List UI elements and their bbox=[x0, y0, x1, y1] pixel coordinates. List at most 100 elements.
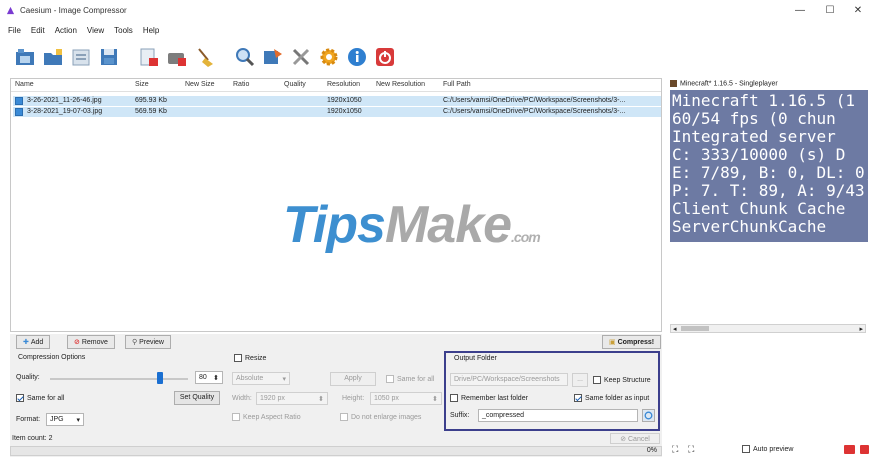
quality-slider[interactable] bbox=[50, 372, 188, 384]
remove-items-icon[interactable] bbox=[138, 46, 160, 68]
apply-button[interactable]: Apply bbox=[330, 372, 376, 386]
quality-label: Quality: bbox=[16, 374, 40, 381]
debug-line: C: 333/10000 (s) D bbox=[672, 145, 846, 164]
suffix-value: _compressed bbox=[482, 412, 525, 419]
remember-last-folder-checkbox[interactable]: Remember last folder bbox=[450, 394, 528, 402]
menu-file[interactable]: File bbox=[8, 26, 21, 40]
table-row[interactable]: 3-28-2021_19-07-03.jpg 569.59 Kb 1920x10… bbox=[13, 107, 661, 117]
menu-action[interactable]: Action bbox=[55, 26, 77, 40]
spin-arrows-icon[interactable]: ⬍ bbox=[213, 374, 219, 382]
remove-all-icon[interactable] bbox=[166, 46, 188, 68]
add-folder-icon[interactable] bbox=[42, 46, 64, 68]
height-value: 1050 px bbox=[374, 395, 399, 402]
fit-to-window-icon[interactable]: ⛶ bbox=[672, 444, 678, 455]
checkbox-unchecked-icon bbox=[742, 445, 750, 453]
column-name[interactable]: Name bbox=[15, 81, 34, 88]
output-folder-title: Output Folder bbox=[454, 355, 497, 362]
no-enlarge-checkbox[interactable]: Do not enlarge images bbox=[340, 413, 421, 421]
debug-line: ServerChunkCache bbox=[672, 217, 827, 236]
preview-button[interactable]: ⚲ Preview bbox=[125, 335, 171, 349]
menu-view[interactable]: View bbox=[87, 26, 104, 40]
suffix-apply-button[interactable] bbox=[642, 409, 655, 422]
image-file-icon bbox=[15, 97, 23, 105]
window-title: Caesium - Image Compressor bbox=[20, 6, 127, 15]
auto-preview-label: Auto preview bbox=[753, 445, 794, 453]
spin-arrows-icon[interactable]: ⬍ bbox=[318, 395, 324, 403]
power-exit-icon[interactable] bbox=[374, 46, 396, 68]
width-spinbox[interactable]: 1920 px ⬍ bbox=[256, 392, 328, 405]
chevron-down-icon: ▾ bbox=[282, 376, 286, 383]
same-for-all-checkbox[interactable]: Same for all bbox=[16, 394, 64, 402]
chevron-down-icon: ▾ bbox=[76, 417, 80, 424]
actual-size-icon[interactable]: ⛶ bbox=[688, 444, 694, 455]
resize-same-for-all-checkbox[interactable]: Same for all bbox=[386, 375, 434, 383]
output-folder-input[interactable]: Drive/PC/Workspace/Screenshots bbox=[450, 373, 568, 386]
format-select[interactable]: JPG ▾ bbox=[46, 413, 84, 426]
spin-arrows-icon[interactable]: ⬍ bbox=[432, 395, 438, 403]
keep-aspect-checkbox[interactable]: Keep Aspect Ratio bbox=[232, 413, 301, 421]
suffix-input[interactable]: _compressed bbox=[478, 409, 638, 422]
add-button[interactable]: ✚ Add bbox=[16, 335, 51, 349]
settings-tools-icon[interactable] bbox=[290, 46, 312, 68]
zoom-in-icon[interactable] bbox=[860, 445, 869, 454]
same-folder-label: Same folder as input bbox=[585, 394, 650, 402]
debug-line: Integrated server bbox=[672, 127, 836, 146]
column-resolution[interactable]: Resolution bbox=[327, 81, 360, 88]
cancel-button[interactable]: ⊘ Cancel bbox=[610, 433, 660, 444]
table-row[interactable]: 3-26-2021_11-26-46.jpg 695.93 Kb 1920x10… bbox=[13, 96, 661, 106]
zoom-out-icon[interactable] bbox=[844, 445, 855, 454]
minecraft-debug-screenshot: Minecraft 1.16.5 (1 60/54 fps (0 chun In… bbox=[670, 90, 868, 242]
search-icon[interactable] bbox=[234, 46, 256, 68]
same-for-all-label: Same for all bbox=[27, 394, 65, 402]
column-size[interactable]: Size bbox=[135, 81, 149, 88]
cancel-label: Cancel bbox=[628, 436, 650, 443]
resize-checkbox[interactable]: Resize bbox=[234, 354, 266, 362]
scroll-right-icon[interactable]: ▸ bbox=[859, 325, 863, 333]
resize-mode-select[interactable]: Absolute ▾ bbox=[232, 372, 290, 385]
debug-line: P: 7. T: 89, A: 9/43 bbox=[672, 181, 865, 200]
output-folder-group: Output Folder Drive/PC/Workspace/Screens… bbox=[444, 351, 660, 431]
save-list-icon[interactable] bbox=[98, 46, 120, 68]
resize-same-for-all-label: Same for all bbox=[397, 375, 435, 383]
height-spinbox[interactable]: 1050 px ⬍ bbox=[370, 392, 442, 405]
column-new-size[interactable]: New Size bbox=[185, 81, 215, 88]
preferences-gear-icon[interactable] bbox=[318, 46, 340, 68]
info-icon[interactable] bbox=[346, 46, 368, 68]
remove-button[interactable]: ⊘ Remove bbox=[67, 335, 115, 349]
compress-options-icon[interactable] bbox=[262, 46, 284, 68]
set-quality-button[interactable]: Set Quality bbox=[174, 391, 220, 405]
column-ratio[interactable]: Ratio bbox=[233, 81, 249, 88]
menu-tools[interactable]: Tools bbox=[114, 26, 133, 40]
compress-button[interactable]: ▣ Compress! bbox=[602, 335, 662, 349]
checkbox-checked-icon bbox=[16, 394, 24, 402]
preview-image[interactable]: Minecraft 1.16.5 (1 60/54 fps (0 chun In… bbox=[670, 90, 868, 323]
same-folder-as-input-checkbox[interactable]: Same folder as input bbox=[574, 394, 649, 402]
debug-line: E: 7/89, B: 0, DL: 0, bbox=[672, 163, 868, 182]
add-picture-icon[interactable] bbox=[14, 46, 36, 68]
browse-button[interactable]: ... bbox=[572, 373, 588, 387]
quality-spinbox[interactable]: 80 ⬍ bbox=[195, 371, 223, 384]
checkbox-unchecked-icon bbox=[340, 413, 348, 421]
scroll-left-icon[interactable]: ◂ bbox=[673, 325, 677, 333]
image-file-icon bbox=[15, 108, 23, 116]
column-full-path[interactable]: Full Path bbox=[443, 81, 471, 88]
column-new-resolution[interactable]: New Resolution bbox=[376, 81, 425, 88]
menu-help[interactable]: Help bbox=[143, 26, 159, 40]
open-list-icon[interactable] bbox=[70, 46, 92, 68]
row-size: 569.59 Kb bbox=[135, 108, 167, 115]
keep-structure-checkbox[interactable]: Keep Structure bbox=[593, 376, 651, 384]
remember-last-label: Remember last folder bbox=[461, 394, 528, 402]
refresh-icon bbox=[644, 411, 653, 420]
auto-preview-checkbox[interactable]: Auto preview bbox=[742, 445, 793, 453]
menu-edit[interactable]: Edit bbox=[31, 26, 45, 40]
minimize-button[interactable]: — bbox=[790, 5, 810, 17]
maximize-button[interactable]: ☐ bbox=[820, 5, 840, 17]
column-quality[interactable]: Quality bbox=[284, 81, 306, 88]
slider-thumb[interactable] bbox=[157, 372, 163, 384]
clear-list-icon[interactable] bbox=[194, 46, 216, 68]
scroll-thumb[interactable] bbox=[681, 326, 709, 331]
preview-horizontal-scrollbar[interactable]: ◂ ▸ bbox=[670, 324, 866, 333]
width-label: Width: bbox=[232, 395, 252, 402]
title-bar: Caesium - Image Compressor — ☐ ✕ bbox=[0, 0, 870, 22]
close-window-button[interactable]: ✕ bbox=[848, 5, 868, 17]
